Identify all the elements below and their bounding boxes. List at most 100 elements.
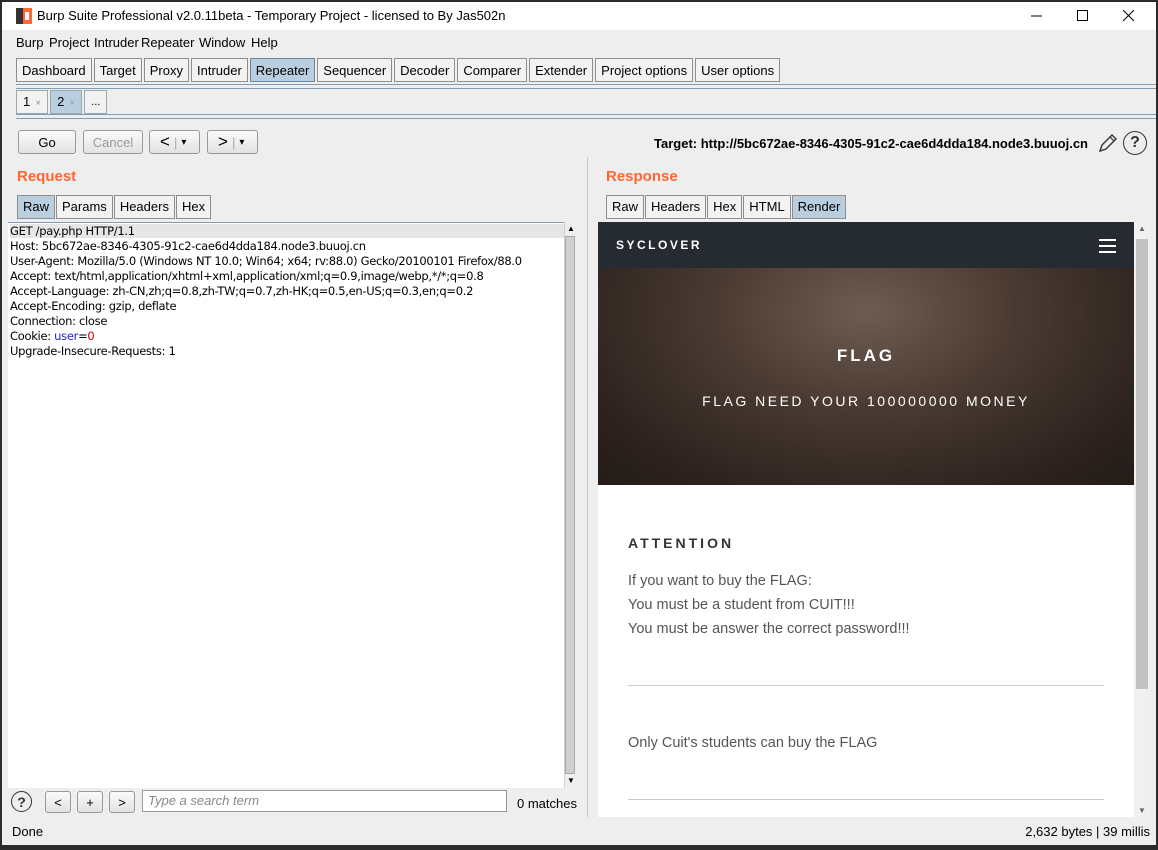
maximize-icon [1077, 10, 1088, 21]
response-tab-headers[interactable]: Headers [645, 195, 707, 219]
repeater-tab-label: 2 [57, 94, 65, 109]
menu-burp[interactable]: Burp [16, 35, 43, 50]
title-bar: Burp Suite Professional v2.0.11beta - Te… [2, 2, 1156, 30]
back-arrow-icon: < [160, 132, 170, 151]
request-editor[interactable]: GET /pay.php HTTP/1.1 Host: 5bc672ae-834… [8, 222, 564, 788]
request-tab-headers[interactable]: Headers [113, 195, 175, 219]
request-line: Host: 5bc672ae-8346-4305-91c2-cae6d4dda1… [10, 239, 366, 253]
divider-line [628, 799, 1104, 800]
pencil-icon[interactable] [1097, 132, 1119, 154]
chevron-down-icon[interactable]: ▾ [181, 137, 186, 148]
scroll-thumb[interactable] [1136, 239, 1148, 689]
close-tab-icon[interactable]: × [35, 98, 41, 109]
search-input[interactable]: Type a search term [142, 790, 507, 812]
request-tab-raw[interactable]: Raw [17, 195, 56, 219]
site-navbar: SYCLOVER [598, 222, 1134, 268]
back-button[interactable]: < | ▾ [149, 130, 200, 154]
menu-bar: Burp Project Intruder Repeater Window He… [2, 30, 1156, 54]
cancel-button[interactable]: Cancel [83, 130, 143, 154]
site-brand[interactable]: SYCLOVER [616, 238, 702, 252]
tab-target[interactable]: Target [93, 58, 142, 82]
tab-decoder[interactable]: Decoder [394, 58, 456, 82]
response-stats: 2,632 bytes | 39 millis [1025, 824, 1150, 839]
tab-separator [16, 84, 1156, 89]
window-title: Burp Suite Professional v2.0.11beta - Te… [37, 8, 506, 23]
search-help-icon[interactable]: ? [11, 791, 32, 812]
cookie-eq: = [78, 329, 88, 343]
scroll-down-icon[interactable]: ▼ [1138, 806, 1146, 815]
tab-intruder[interactable]: Intruder [190, 58, 248, 82]
request-tab-hex[interactable]: Hex [175, 195, 212, 219]
help-icon[interactable]: ? [1123, 131, 1147, 155]
hero-banner: FLAG FLAG NEED YOUR 100000000 MONEY [598, 268, 1134, 485]
menu-project[interactable]: Project [49, 35, 89, 50]
close-icon [1123, 10, 1135, 22]
cookie-label: Cookie: [10, 329, 55, 343]
info-line: If you want to buy the FLAG: [628, 573, 812, 589]
repeater-tab-label: 1 [23, 94, 31, 109]
attention-heading: ATTENTION [628, 535, 735, 551]
response-scrollbar[interactable]: ▲ ▼ [1134, 222, 1150, 817]
tab-user-options[interactable]: User options [695, 58, 781, 82]
request-scrollbar[interactable]: ▲ ▼ [564, 222, 577, 787]
tab-proxy[interactable]: Proxy [143, 58, 189, 82]
request-line: Accept-Language: zh-CN,zh;q=0.8,zh-TW;q=… [10, 284, 474, 298]
forward-button[interactable]: > | ▾ [207, 130, 258, 154]
hero-subtitle: FLAG NEED YOUR 100000000 MONEY [702, 393, 1030, 409]
go-button[interactable]: Go [18, 130, 76, 154]
response-tabs: Raw Headers Hex HTML Render [606, 195, 847, 219]
tab-project-options[interactable]: Project options [595, 58, 694, 82]
request-tabs: Raw Params Headers Hex [17, 195, 212, 219]
response-tab-hex[interactable]: Hex [707, 195, 743, 219]
burp-window: Burp Suite Professional v2.0.11beta - Te… [2, 2, 1156, 845]
close-tab-icon[interactable]: × [69, 98, 75, 109]
response-title: Response [606, 168, 678, 185]
rendered-page: SYCLOVER FLAG FLAG NEED YOUR 100000000 M… [598, 222, 1134, 817]
forward-arrow-icon: > [218, 132, 228, 151]
divider-line [628, 685, 1104, 686]
tab-repeater[interactable]: Repeater [249, 58, 316, 82]
tab-sequencer[interactable]: Sequencer [317, 58, 393, 82]
search-next-button[interactable]: > [109, 791, 135, 813]
tab-extender[interactable]: Extender [529, 58, 594, 82]
request-line: GET /pay.php HTTP/1.1 [10, 224, 564, 238]
hamburger-menu-icon[interactable] [1099, 239, 1116, 253]
response-tab-raw[interactable]: Raw [606, 195, 645, 219]
scroll-down-icon[interactable]: ▼ [567, 776, 575, 785]
repeater-tab-new[interactable]: ... [84, 90, 108, 114]
scroll-up-icon[interactable]: ▲ [567, 224, 575, 233]
search-add-button[interactable]: + [77, 791, 103, 813]
menu-repeater[interactable]: Repeater [141, 35, 194, 50]
menu-intruder[interactable]: Intruder [94, 35, 139, 50]
cookie-value: 0 [87, 329, 95, 343]
search-prev-button[interactable]: < [45, 791, 71, 813]
maximize-button[interactable] [1060, 2, 1106, 30]
panel-divider[interactable] [587, 157, 588, 817]
tab-dashboard[interactable]: Dashboard [16, 58, 92, 82]
info-line: You must be a student from CUIT!!! [628, 597, 855, 613]
request-line: User-Agent: Mozilla/5.0 (Windows NT 10.0… [10, 254, 522, 268]
menu-window[interactable]: Window [199, 35, 245, 50]
close-button[interactable] [1106, 2, 1152, 30]
cookie-line: Cookie: user=0 [10, 329, 95, 343]
response-tab-html[interactable]: HTML [743, 195, 791, 219]
minimize-icon [1031, 15, 1042, 17]
request-title: Request [17, 168, 77, 185]
cookie-key: user [54, 329, 79, 343]
response-tab-render[interactable]: Render [791, 195, 847, 219]
target-url[interactable]: Target: http://5bc672ae-8346-4305-91c2-c… [654, 136, 1088, 151]
repeater-tab-2[interactable]: 2 × [50, 90, 83, 114]
scroll-up-icon[interactable]: ▲ [1138, 224, 1146, 233]
scroll-thumb[interactable] [565, 236, 575, 774]
repeater-tab-1[interactable]: 1 × [16, 90, 49, 114]
request-line: Accept: text/html,application/xhtml+xml,… [10, 269, 484, 283]
main-tabs: Dashboard Target Proxy Intruder Repeater… [16, 58, 782, 84]
chevron-down-icon[interactable]: ▾ [239, 137, 244, 148]
minimize-button[interactable] [1014, 2, 1060, 30]
students-note: Only Cuit's students can buy the FLAG [628, 735, 878, 751]
tab-comparer[interactable]: Comparer [457, 58, 528, 82]
menu-help[interactable]: Help [251, 35, 278, 50]
info-line: You must be answer the correct password!… [628, 621, 910, 637]
request-tab-params[interactable]: Params [56, 195, 113, 219]
request-line: Connection: close [10, 314, 108, 328]
